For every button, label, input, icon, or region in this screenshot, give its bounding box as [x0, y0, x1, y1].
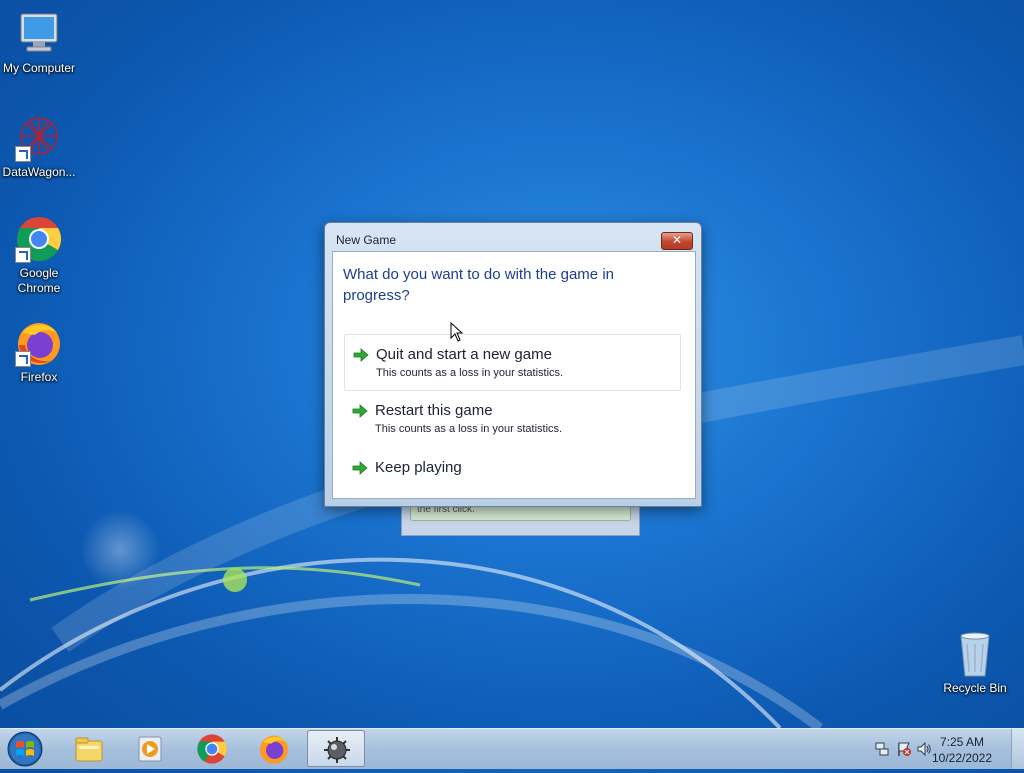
green-arrow-icon: [353, 348, 369, 362]
desktop-icon-recycle-bin[interactable]: Recycle Bin: [936, 630, 1014, 696]
dialog-content: What do you want to do with the game in …: [332, 251, 696, 499]
taskbar-firefox[interactable]: [245, 730, 303, 767]
desktop-icon-firefox[interactable]: Firefox: [0, 319, 78, 385]
dialog-title: New Game: [336, 233, 397, 247]
option-label: Quit and start a new game: [376, 346, 552, 363]
computer-icon: [20, 13, 58, 52]
clock-date: 10/22/2022: [931, 751, 993, 765]
mouse-cursor-icon: [450, 322, 464, 342]
new-game-dialog: New Game ✕ What do you want to do with t…: [324, 222, 702, 507]
network-icon[interactable]: [874, 741, 890, 757]
desktop-icon-my-computer[interactable]: My Computer: [0, 10, 78, 76]
show-desktop-button[interactable]: [1011, 729, 1024, 769]
shortcut-arrow-icon: [15, 146, 31, 162]
taskbar-chrome[interactable]: [183, 730, 241, 767]
option-label: Keep playing: [375, 459, 462, 476]
green-arrow-icon: [352, 461, 368, 475]
taskbar-file-explorer[interactable]: [60, 730, 118, 767]
desktop-icon-google-chrome[interactable]: Google Chrome: [0, 215, 78, 296]
option-description: This counts as a loss in your statistics…: [376, 367, 564, 379]
desktop-icon-datawagon[interactable]: DataWagon...: [0, 114, 78, 180]
shortcut-arrow-icon: [15, 351, 31, 367]
minesweeper-icon: [324, 737, 350, 763]
taskbar-media-player[interactable]: [121, 730, 179, 767]
chrome-icon: [197, 734, 227, 764]
action-center-flag-icon[interactable]: [896, 741, 912, 757]
taskbar: 7:25 AM 10/22/2022: [0, 728, 1024, 769]
system-tray: 7:25 AM 10/22/2022: [854, 729, 1024, 769]
dialog-question: What do you want to do with the game in …: [343, 266, 614, 304]
option-label: Restart this game: [375, 402, 493, 419]
close-button[interactable]: ✕: [661, 232, 693, 250]
desktop-icon-label: Firefox: [20, 370, 58, 384]
clock[interactable]: 7:25 AM 10/22/2022: [926, 734, 998, 766]
dialog-titlebar[interactable]: New Game ✕: [325, 223, 701, 250]
desktop-icon-label: Google Chrome: [17, 266, 61, 295]
desktop-icon-label: Recycle Bin: [943, 681, 1007, 695]
green-arrow-icon: [352, 404, 368, 418]
option-description: This counts as a loss in your statistics…: [375, 423, 563, 435]
firefox-icon: [260, 735, 288, 764]
restart-this-game-option[interactable]: Restart this game This counts as a loss …: [344, 391, 681, 448]
desktop-icon-label: My Computer: [2, 61, 76, 75]
start-button[interactable]: [5, 730, 45, 768]
shortcut-arrow-icon: [15, 247, 31, 263]
media-player-icon: [138, 736, 162, 762]
desktop-icon-label: DataWagon...: [2, 165, 76, 179]
keep-playing-option[interactable]: Keep playing: [344, 448, 681, 488]
close-icon: ✕: [671, 233, 683, 247]
windows-start-icon: [7, 731, 43, 767]
quit-and-start-new-game-option[interactable]: Quit and start a new game This counts as…: [344, 334, 681, 391]
file-explorer-icon: [75, 737, 103, 762]
clock-time: 7:25 AM: [939, 735, 985, 749]
taskbar-minesweeper[interactable]: [307, 730, 365, 767]
recycle-bin-icon: [960, 632, 990, 677]
